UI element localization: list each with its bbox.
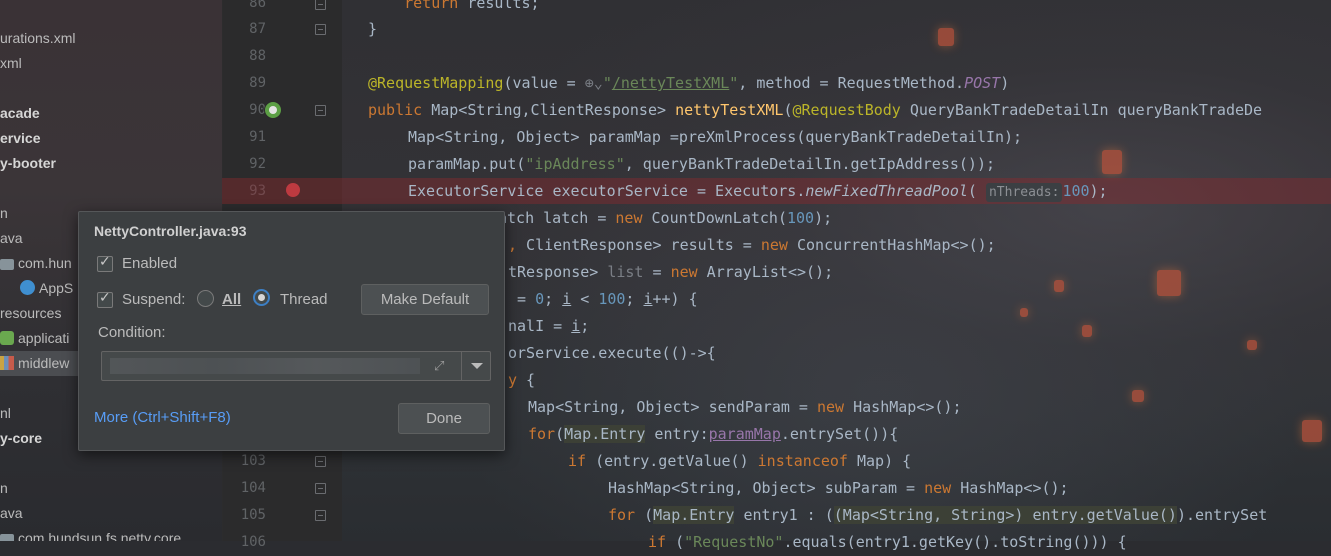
spring-boot-app-icon bbox=[20, 280, 35, 295]
breakpoint-properties-popup: NettyController.java:93 Enabled Suspend:… bbox=[78, 211, 505, 451]
tree-item[interactable]: com.hun bbox=[0, 251, 72, 276]
tree-item[interactable]: ervice bbox=[0, 126, 40, 151]
condition-input[interactable]: ⤢ bbox=[101, 351, 491, 381]
code-line[interactable]: atch latch = new CountDownLatch(100); bbox=[498, 205, 832, 232]
tree-item[interactable]: urations.xml bbox=[0, 26, 75, 51]
tree-item[interactable]: AppS bbox=[20, 276, 73, 301]
properties-file-icon bbox=[0, 356, 14, 370]
tree-item-label: n bbox=[0, 480, 8, 496]
condition-history-dropdown[interactable] bbox=[461, 352, 491, 380]
tree-item[interactable]: ava bbox=[0, 501, 23, 526]
code-line[interactable]: paramMap.put("ipAddress", queryBankTrade… bbox=[408, 151, 995, 178]
fold-marker[interactable] bbox=[315, 483, 326, 494]
tree-item[interactable]: ava bbox=[0, 226, 23, 251]
code-line[interactable]: = 0; i < 100; i++) { bbox=[508, 286, 698, 313]
tree-item[interactable]: n bbox=[0, 476, 8, 501]
make-default-button[interactable]: Make Default bbox=[361, 284, 489, 315]
line-number: 104 bbox=[240, 480, 266, 496]
fold-marker[interactable] bbox=[315, 105, 326, 116]
spring-config-icon bbox=[0, 331, 14, 345]
fold-marker[interactable] bbox=[315, 510, 326, 521]
code-line[interactable]: orService.execute(()->{ bbox=[508, 340, 716, 367]
code-line[interactable]: if ("RequestNo".equals(entry1.getKey().t… bbox=[648, 529, 1127, 556]
code-line[interactable]: , ClientResponse> results = new Concurre… bbox=[508, 232, 996, 259]
code-line[interactable]: for(Map.Entry entry:paramMap.entrySet())… bbox=[528, 421, 898, 448]
enabled-label[interactable]: Enabled bbox=[122, 255, 177, 272]
suspend-label[interactable]: Suspend: bbox=[122, 291, 185, 308]
code-line[interactable]: ExecutorService executorService = Execut… bbox=[408, 178, 1108, 205]
tree-item-label: y-booter bbox=[0, 155, 56, 171]
condition-label: Condition: bbox=[98, 324, 166, 341]
condition-text bbox=[110, 358, 420, 374]
suspend-all-radio[interactable] bbox=[197, 290, 214, 307]
suspend-thread-label[interactable]: Thread bbox=[280, 291, 328, 308]
code-line[interactable]: } bbox=[368, 16, 377, 43]
fold-marker[interactable] bbox=[315, 24, 326, 35]
line-number: 92 bbox=[249, 156, 266, 172]
tree-item-label: com.hundsun.fs.netty.core bbox=[18, 530, 182, 541]
tree-item[interactable]: acade bbox=[0, 101, 40, 126]
tree-item[interactable]: applicati bbox=[0, 326, 69, 351]
enabled-checkbox[interactable] bbox=[97, 254, 113, 272]
code-line[interactable]: nalI = i; bbox=[508, 313, 589, 340]
tree-item-label: applicati bbox=[18, 330, 70, 346]
tree-item-label: middlew bbox=[18, 355, 70, 371]
code-line[interactable]: return results; bbox=[368, 0, 539, 17]
parameter-hint: nThreads: bbox=[985, 183, 1063, 202]
code-line[interactable]: tResponse> list = new ArrayList<>(); bbox=[508, 259, 833, 286]
tree-item-label: AppS bbox=[39, 280, 74, 296]
code-line[interactable]: @RequestMapping(value = ⊕⌄"/nettyTestXML… bbox=[368, 70, 1009, 97]
fold-marker[interactable] bbox=[315, 456, 326, 467]
package-icon bbox=[0, 534, 14, 541]
line-number: 91 bbox=[249, 129, 266, 145]
tree-item-label: xml bbox=[0, 55, 22, 71]
line-number: 106 bbox=[240, 534, 266, 550]
tree-item-label: ava bbox=[0, 505, 23, 521]
tree-item[interactable]: xml bbox=[0, 51, 22, 76]
tree-item[interactable]: com.hundsun.fs.netty.core bbox=[0, 526, 181, 541]
popup-title: NettyController.java:93 bbox=[94, 223, 247, 239]
tree-item-label: resources bbox=[0, 305, 62, 321]
tree-item-label: com.hun bbox=[18, 255, 72, 271]
line-number: 86 bbox=[249, 0, 266, 11]
code-line[interactable]: Map<String, Object> paramMap =preXmlProc… bbox=[408, 124, 1022, 151]
tree-item-label: y-core bbox=[0, 430, 43, 446]
line-number: 88 bbox=[249, 48, 266, 64]
tree-item-label: nl bbox=[0, 405, 11, 421]
line-number: 87 bbox=[249, 21, 266, 37]
tree-item[interactable]: nl bbox=[0, 401, 11, 426]
line-number: 105 bbox=[240, 507, 266, 523]
suspend-thread-radio[interactable] bbox=[253, 289, 270, 306]
tree-item-label: acade bbox=[0, 105, 40, 121]
code-line[interactable]: Map<String, Object> sendParam = new Hash… bbox=[528, 394, 961, 421]
suspend-checkbox[interactable] bbox=[97, 290, 113, 308]
tree-item[interactable]: resources bbox=[0, 301, 61, 326]
tree-item-label: urations.xml bbox=[0, 30, 76, 46]
expand-icon[interactable]: ⤢ bbox=[434, 358, 450, 374]
tree-item[interactable]: y-core bbox=[0, 426, 42, 451]
tree-item-label: ervice bbox=[0, 130, 41, 146]
tree-item[interactable]: y-booter bbox=[0, 151, 56, 176]
tree-item-label: n bbox=[0, 205, 8, 221]
done-button[interactable]: Done bbox=[398, 403, 490, 434]
line-number: 103 bbox=[240, 453, 266, 469]
code-line[interactable]: y { bbox=[508, 367, 535, 394]
line-number: 90 bbox=[249, 102, 266, 118]
web-endpoint-icon[interactable] bbox=[264, 101, 282, 119]
folder-icon bbox=[0, 259, 14, 270]
code-line[interactable]: if (entry.getValue() instanceof Map) { bbox=[568, 448, 911, 475]
line-number: 89 bbox=[249, 75, 266, 91]
suspend-all-label[interactable]: All bbox=[222, 291, 241, 308]
tree-item-label: ava bbox=[0, 230, 23, 246]
code-line[interactable]: HashMap<String, Object> subParam = new H… bbox=[608, 475, 1069, 502]
tree-item[interactable]: n bbox=[0, 201, 8, 226]
more-link[interactable]: More (Ctrl+Shift+F8) bbox=[94, 409, 231, 426]
code-line[interactable]: for (Map.Entry entry1 : ((Map<String, St… bbox=[608, 502, 1267, 529]
code-line[interactable]: public Map<String,ClientResponse> nettyT… bbox=[368, 97, 1262, 124]
fold-marker[interactable] bbox=[315, 0, 326, 10]
